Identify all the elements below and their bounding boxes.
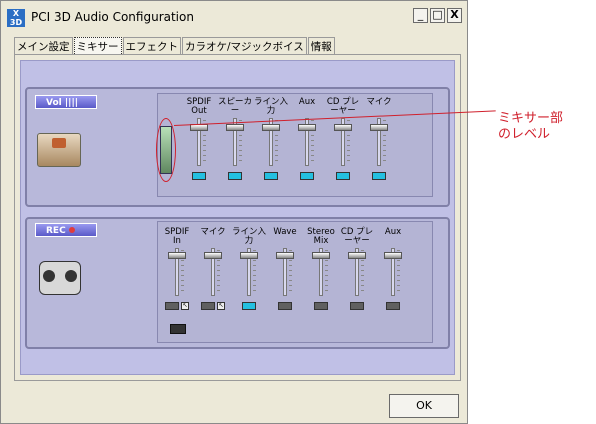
record-select-button[interactable] — [350, 302, 364, 310]
record-select-button[interactable] — [242, 302, 256, 310]
record-slider-thumb[interactable] — [348, 252, 366, 259]
annotation-text: ミキサー部 のレベル — [498, 111, 563, 143]
maximize-button[interactable]: □ — [430, 8, 445, 23]
playback-slider-thumb[interactable] — [370, 124, 388, 131]
record-select-button[interactable] — [278, 302, 292, 310]
record-channel: Aux — [376, 227, 410, 310]
playback-slider-thumb[interactable] — [298, 124, 316, 131]
playback-group-label: Vol |||| — [35, 95, 97, 109]
record-volume-slider[interactable] — [160, 248, 194, 296]
record-slider-thumb[interactable] — [168, 252, 186, 259]
record-select-button[interactable] — [201, 302, 215, 310]
app-window: X 3D PCI 3D Audio Configuration _ □ X メイン… — [0, 0, 468, 424]
playback-group: Vol |||| SPDIF Out スピーカー ライン入力 Aux CD プレーヤーマ… — [25, 87, 450, 207]
record-volume-slider[interactable] — [304, 248, 338, 296]
record-volume-slider[interactable] — [376, 248, 410, 296]
record-channel: CD プレーヤー — [340, 227, 374, 310]
playback-select-button[interactable] — [264, 172, 278, 180]
playback-channel: CD プレーヤー — [326, 97, 360, 180]
tab-info[interactable]: 情報 — [307, 37, 335, 55]
playback-channel-label: CD プレーヤー — [326, 97, 360, 116]
record-channel: Stereo Mix — [304, 227, 338, 310]
playback-select-button[interactable] — [372, 172, 386, 180]
playback-channel: SPDIF Out — [182, 97, 216, 180]
playback-volume-slider[interactable] — [362, 118, 396, 166]
record-slider-thumb[interactable] — [312, 252, 330, 259]
ok-button[interactable]: OK — [389, 394, 459, 418]
playback-channel-label: Aux — [298, 97, 316, 107]
mixer-tab-panel: Vol |||| SPDIF Out スピーカー ライン入力 Aux CD プレーヤーマ… — [14, 54, 461, 381]
record-channel: Wave — [268, 227, 302, 310]
playback-channel-label: ライン入力 — [254, 97, 289, 116]
playback-channel-label: SPDIF Out — [186, 97, 212, 116]
record-slider-thumb[interactable] — [204, 252, 222, 259]
record-select-button[interactable] — [314, 302, 328, 310]
annotation-line-1: ミキサー部 — [498, 111, 564, 126]
record-monitor-icon[interactable]: ↖ — [217, 302, 225, 310]
record-mixer-panel: SPDIF In ↖ マイク ↖ ライン入力 Wave Stereo Mix CD プレーヤー… — [157, 221, 433, 343]
record-channel-label: マイク — [200, 227, 226, 237]
playback-select-button[interactable] — [336, 172, 350, 180]
record-channel: マイク ↖ — [196, 227, 230, 310]
record-channel-label: Stereo Mix — [307, 227, 335, 246]
playback-volume-slider[interactable] — [326, 118, 360, 166]
record-channel: ライン入力 — [232, 227, 267, 310]
record-channel-label: SPDIF In — [164, 227, 190, 246]
record-volume-slider[interactable] — [340, 248, 374, 296]
playback-slider-thumb[interactable] — [226, 124, 244, 131]
title-bar[interactable]: X 3D PCI 3D Audio Configuration _ □ X — [1, 1, 467, 35]
playback-channel: スピーカー — [218, 97, 253, 180]
playback-volume-slider[interactable] — [218, 118, 252, 166]
record-volume-slider[interactable] — [196, 248, 230, 296]
minimize-button[interactable]: _ — [413, 8, 428, 23]
record-channel-label: ライン入力 — [232, 227, 267, 246]
playback-select-button[interactable] — [300, 172, 314, 180]
record-group: REC SPDIF In ↖ マイク ↖ ライン入力 Wave Stereo Mix CD プ… — [25, 217, 450, 349]
playback-slider-thumb[interactable] — [262, 124, 280, 131]
spdif-source-icon[interactable] — [170, 324, 186, 334]
record-select-button[interactable] — [386, 302, 400, 310]
annotation-line-2: のレベル — [498, 127, 551, 142]
speaker-icon — [37, 133, 81, 167]
tab-bar: メイン設定 ミキサー エフェクト カラオケ/マジックボイス 情報 — [14, 37, 336, 56]
close-button[interactable]: X — [447, 8, 462, 23]
record-channel-label: Wave — [273, 227, 297, 237]
playback-select-button[interactable] — [228, 172, 242, 180]
playback-mixer-panel: SPDIF Out スピーカー ライン入力 Aux CD プレーヤー マイク — [157, 93, 433, 197]
tab-effects[interactable]: エフェクト — [122, 37, 181, 55]
record-monitor-icon[interactable]: ↖ — [181, 302, 189, 310]
record-slider-thumb[interactable] — [276, 252, 294, 259]
window-title: PCI 3D Audio Configuration — [31, 10, 194, 24]
playback-channel: Aux — [290, 97, 324, 180]
playback-channel: ライン入力 — [254, 97, 289, 180]
tab-main-settings[interactable]: メイン設定 — [14, 37, 73, 55]
playback-select-button[interactable] — [192, 172, 206, 180]
playback-channel-label: スピーカー — [218, 97, 253, 116]
record-select-button[interactable] — [165, 302, 179, 310]
playback-volume-slider[interactable] — [254, 118, 288, 166]
playback-volume-slider[interactable] — [290, 118, 324, 166]
boombox-icon — [39, 261, 81, 295]
record-group-label: REC — [35, 223, 97, 237]
annotation-level-meter — [160, 126, 172, 174]
record-slider-thumb[interactable] — [240, 252, 258, 259]
record-slider-thumb[interactable] — [384, 252, 402, 259]
record-channel-label: Aux — [384, 227, 402, 237]
playback-channel: マイク — [362, 98, 396, 180]
tab-karaoke[interactable]: カラオケ/マジックボイス — [182, 37, 307, 55]
record-volume-slider[interactable] — [232, 248, 266, 296]
playback-slider-thumb[interactable] — [334, 124, 352, 131]
record-volume-slider[interactable] — [268, 248, 302, 296]
record-channel: SPDIF In ↖ — [160, 227, 194, 310]
record-channel-label: CD プレーヤー — [340, 227, 374, 246]
app-icon: X 3D — [7, 9, 25, 27]
mixer-area: Vol |||| SPDIF Out スピーカー ライン入力 Aux CD プレーヤーマ… — [20, 60, 455, 375]
